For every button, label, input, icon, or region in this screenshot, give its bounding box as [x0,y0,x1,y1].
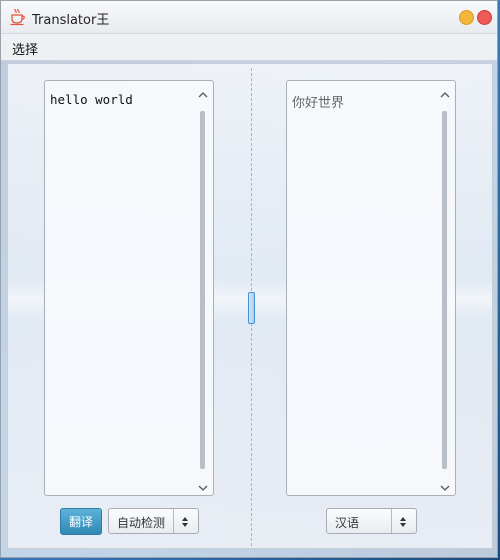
target-text-area[interactable]: 你好世界 [286,80,456,496]
window-title: Translator王 [32,13,110,28]
title-bar[interactable]: Translator王 [1,1,497,34]
translate-button[interactable]: 翻译 [60,508,102,535]
menu-bar: 选择 [1,34,497,61]
close-button[interactable] [477,10,492,25]
split-handle[interactable] [248,292,255,324]
combo-separator [391,509,392,533]
source-text: hello world [50,92,133,107]
source-text-area[interactable]: hello world [44,80,214,496]
target-language-value: 汉语 [335,516,360,530]
combo-separator [173,509,174,533]
source-scrollbar[interactable] [200,111,205,469]
chevron-down-icon[interactable] [439,479,451,491]
source-language-select[interactable]: 自动检测 [108,508,199,534]
coffee-cup-icon [9,8,27,26]
app-window: Translator王 选择 hello world 你好世界 翻译 自动检测 … [0,0,498,558]
chevron-up-icon[interactable] [439,86,451,98]
menu-item-select[interactable]: 选择 [12,39,38,58]
minimize-button[interactable] [459,10,474,25]
translator-panel: hello world 你好世界 翻译 自动检测 汉语 [7,63,493,549]
chevron-up-icon[interactable] [197,86,209,98]
target-scrollbar[interactable] [442,111,447,469]
chevron-down-icon[interactable] [197,479,209,491]
target-text: 你好世界 [292,96,345,111]
up-down-arrows-icon [179,514,191,528]
target-language-select[interactable]: 汉语 [326,508,417,534]
source-language-value: 自动检测 [117,516,166,530]
up-down-arrows-icon [397,514,409,528]
